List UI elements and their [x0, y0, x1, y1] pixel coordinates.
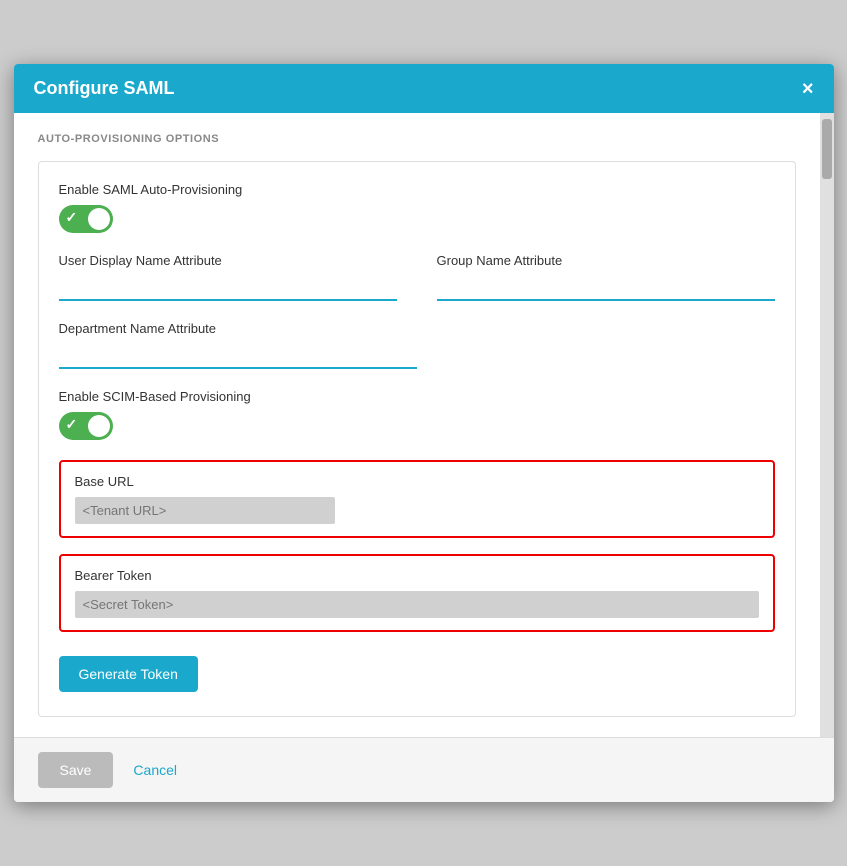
toggle-knob	[88, 208, 110, 230]
dept-input-wrapper	[59, 344, 417, 369]
enable-saml-toggle[interactable]: ✓	[59, 205, 113, 233]
base-url-box: Base URL	[59, 460, 775, 538]
save-button[interactable]: Save	[38, 752, 114, 788]
check-icon: ✓	[66, 210, 78, 224]
enable-scim-group: Enable SCIM-Based Provisioning ✓	[59, 389, 775, 440]
enable-saml-group: Enable SAML Auto-Provisioning ✓	[59, 182, 775, 233]
generate-token-button[interactable]: Generate Token	[59, 656, 198, 692]
group-name-input[interactable]	[437, 276, 775, 301]
toggle-track-on: ✓	[59, 205, 113, 233]
auto-provisioning-card: Enable SAML Auto-Provisioning ✓ User D	[38, 161, 796, 717]
cancel-button[interactable]: Cancel	[133, 762, 177, 778]
department-name-group: Department Name Attribute	[59, 321, 775, 369]
scrollbar-track[interactable]	[820, 113, 834, 737]
enable-saml-label: Enable SAML Auto-Provisioning	[59, 182, 775, 197]
enable-saml-toggle-wrapper: ✓	[59, 205, 775, 233]
scrollbar-area: AUTO-PROVISIONING OPTIONS Enable SAML Au…	[14, 113, 834, 737]
configure-saml-dialog: Configure SAML × AUTO-PROVISIONING OPTIO…	[14, 64, 834, 802]
base-url-label: Base URL	[75, 474, 759, 489]
bearer-token-input[interactable]	[75, 591, 759, 618]
close-button[interactable]: ×	[802, 79, 814, 99]
group-name-label: Group Name Attribute	[437, 253, 775, 268]
dialog-title: Configure SAML	[34, 78, 175, 99]
group-name-col: Group Name Attribute	[437, 253, 775, 301]
check-icon-scim: ✓	[66, 417, 78, 431]
toggle-knob-scim	[88, 415, 110, 437]
bearer-token-label: Bearer Token	[75, 568, 759, 583]
dialog-header: Configure SAML ×	[14, 64, 834, 113]
user-display-name-col: User Display Name Attribute	[59, 253, 397, 301]
user-display-name-input[interactable]	[59, 276, 397, 301]
section-title-auto-provisioning: AUTO-PROVISIONING OPTIONS	[38, 133, 796, 145]
department-name-label: Department Name Attribute	[59, 321, 775, 336]
enable-scim-toggle[interactable]: ✓	[59, 412, 113, 440]
user-display-name-label: User Display Name Attribute	[59, 253, 397, 268]
department-name-input[interactable]	[59, 344, 417, 369]
display-group-name-row: User Display Name Attribute Group Name A…	[59, 253, 775, 301]
bearer-token-box: Bearer Token	[59, 554, 775, 632]
base-url-input[interactable]	[75, 497, 335, 524]
enable-scim-toggle-wrapper: ✓	[59, 412, 775, 440]
enable-scim-label: Enable SCIM-Based Provisioning	[59, 389, 775, 404]
dialog-footer: Save Cancel	[14, 737, 834, 802]
dialog-body: AUTO-PROVISIONING OPTIONS Enable SAML Au…	[14, 113, 820, 737]
toggle-track-scim-on: ✓	[59, 412, 113, 440]
scrollbar-thumb[interactable]	[822, 119, 832, 179]
